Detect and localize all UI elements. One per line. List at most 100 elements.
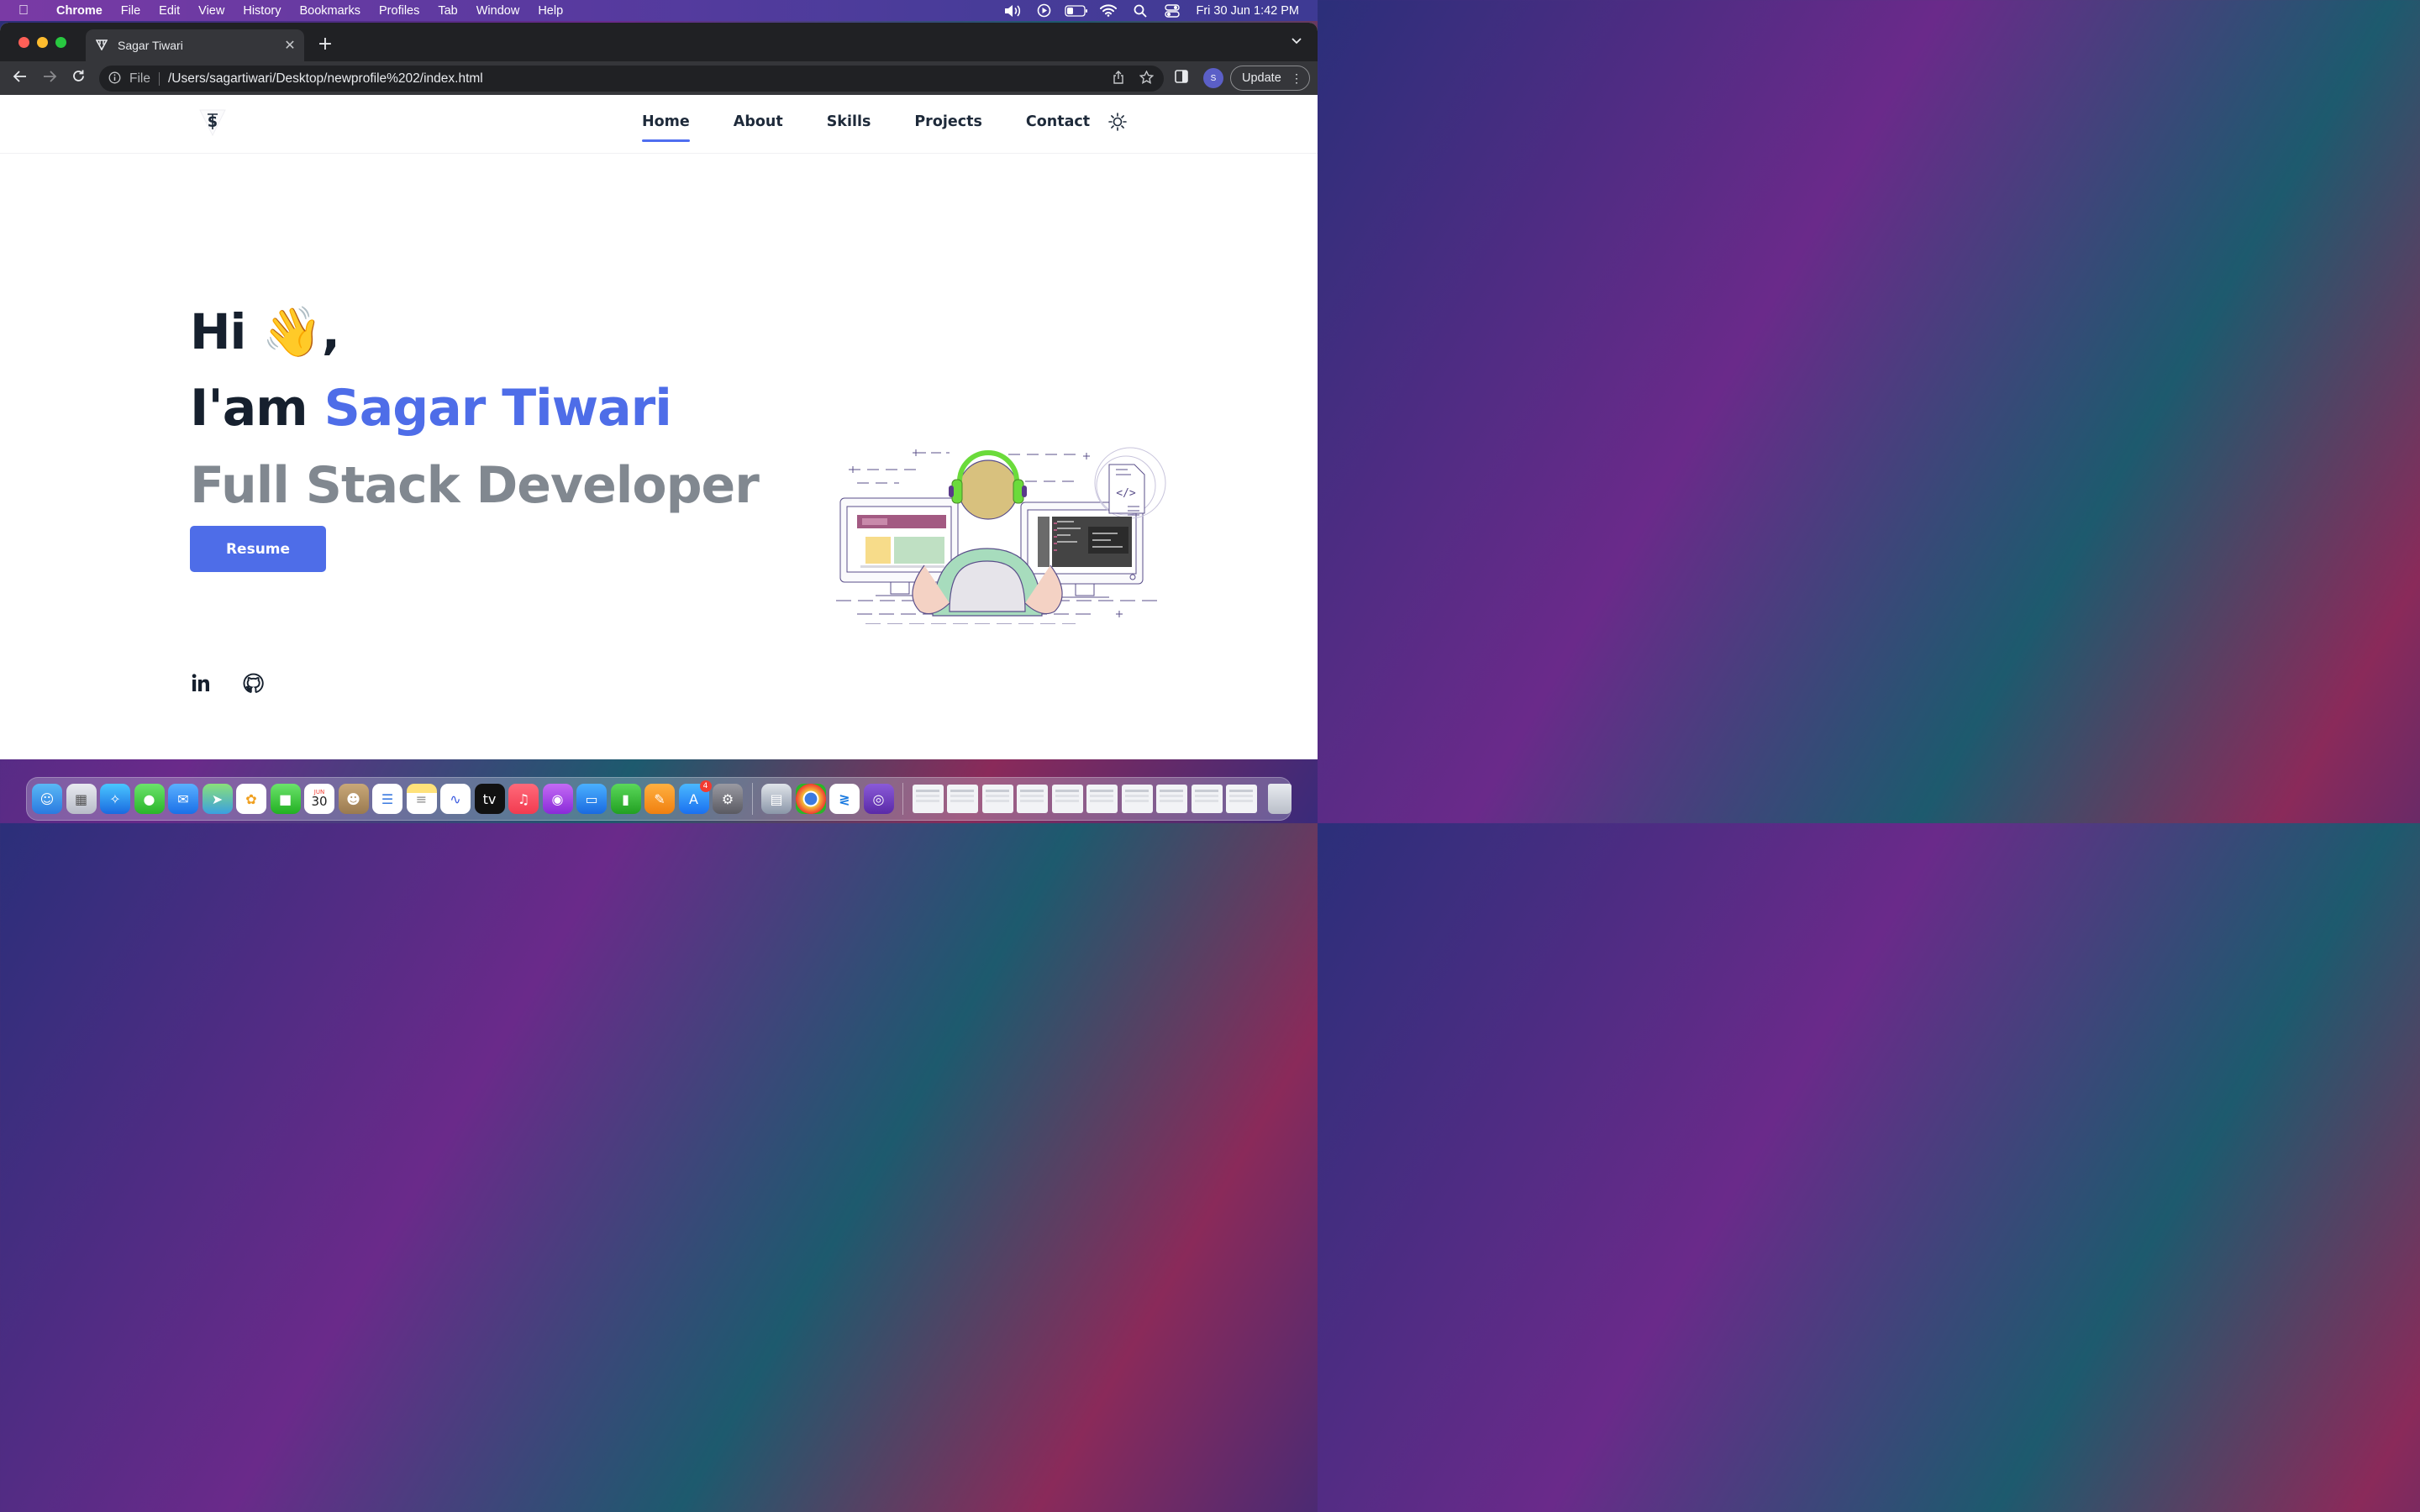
freeform-icon[interactable]: ∿ [440,784,471,814]
menu-bar:  Chrome File Edit View History Bookmark… [0,0,1318,21]
browser-window: Sagar Tiwari ✕ + File /Users/sagartiwari… [0,23,1318,759]
maximize-window-button[interactable] [55,37,66,48]
hero-intro: I'am Sagar Tiwari [190,379,672,438]
site-header: S Home About Skills Projects Contact [0,95,1318,154]
tab-title: Sagar Tiwari [118,39,183,52]
finder-icon[interactable]: ☺ [32,784,62,814]
hero-role: Full Stack Developer [190,456,760,515]
svg-text:</>: </> [1116,487,1136,500]
share-icon[interactable] [1113,70,1124,87]
minimized-window-9[interactable] [1191,785,1223,813]
hero-greeting: Hi 👋, [190,303,340,360]
menu-profiles[interactable]: Profiles [370,4,429,18]
apple-tv-icon[interactable]: tv [474,784,505,814]
minimized-window-8[interactable] [1156,785,1187,813]
social-links [190,672,264,694]
menu-app-name[interactable]: Chrome [47,4,112,18]
reload-icon[interactable] [64,69,93,87]
site-info-icon[interactable] [99,71,129,87]
minimized-window-7[interactable] [1121,785,1153,813]
calendar-icon[interactable]: JUN 30 [304,784,334,814]
site-logo-icon[interactable]: S [198,105,227,139]
forward-arrow-icon[interactable] [34,70,64,87]
hero-intro-prefix: I'am [190,379,324,438]
trash-icon[interactable] [1267,784,1292,814]
menu-view[interactable]: View [189,4,234,18]
minimized-window-3[interactable] [981,785,1013,813]
keynote-icon[interactable]: ▭ [576,784,607,814]
apple-menu-icon[interactable]:  [0,3,47,18]
app-store-badge: 4 [699,780,712,792]
back-arrow-icon[interactable] [5,70,34,87]
volume-icon[interactable] [997,4,1028,18]
update-button[interactable]: Update ⋮ [1230,66,1310,91]
url-text[interactable]: /Users/sagartiwari/Desktop/newprofile%20… [160,71,483,87]
launchpad-icon[interactable]: ▦ [66,784,97,814]
bookmark-star-icon[interactable] [1139,69,1155,87]
theme-toggle-sun-icon[interactable] [1107,112,1128,132]
tab-search-chevron-down-icon[interactable] [1291,35,1302,49]
facetime-icon[interactable]: ■ [270,784,301,814]
url-scheme-label: File [129,71,160,86]
nav-skills-link[interactable]: Skills [827,113,871,142]
minimized-window-2[interactable] [947,785,978,813]
photos-icon[interactable]: ✿ [236,784,266,814]
minimize-window-button[interactable] [37,37,48,48]
maps-icon[interactable]: ➤ [202,784,233,814]
vscode-icon[interactable]: ≷ [829,784,860,814]
pages-icon[interactable]: ✎ [644,784,675,814]
tab-close-icon[interactable]: ✕ [276,37,304,54]
minimized-window-1[interactable] [912,785,944,813]
contacts-icon[interactable]: ☻ [338,784,369,814]
more-options-icon[interactable]: ⋮ [1291,71,1309,86]
system-settings-icon[interactable]: ⚙ [713,784,743,814]
minimized-window-4[interactable] [1017,785,1048,813]
nav-projects-link[interactable]: Projects [914,113,982,142]
preview-icon[interactable]: ▤ [761,784,792,814]
notes-icon[interactable]: ≡ [406,784,437,814]
control-center-icon[interactable] [1156,3,1188,18]
menu-help[interactable]: Help [529,4,572,18]
safari-icon[interactable]: ✧ [100,784,130,814]
menubar-clock[interactable]: Fri 30 Jun 1:42 PM [1197,4,1300,18]
battery-icon[interactable] [1060,4,1092,17]
browser-tab-active[interactable]: Sagar Tiwari ✕ [86,29,304,61]
chrome-icon[interactable] [795,784,826,814]
wifi-icon[interactable] [1092,4,1124,17]
profile-avatar[interactable]: S [1203,68,1223,88]
github-desktop-icon[interactable]: ◎ [863,784,894,814]
minimized-window-6[interactable] [1086,785,1118,813]
menu-file[interactable]: File [112,4,150,18]
nav-home-link[interactable]: Home [642,113,690,142]
numbers-icon[interactable]: ▮ [610,784,641,814]
app-store-icon[interactable]: A4 [678,780,712,814]
side-panel-icon[interactable] [1175,70,1188,87]
menu-bookmarks[interactable]: Bookmarks [290,4,370,18]
menu-tab[interactable]: Tab [429,4,466,18]
tab-strip: Sagar Tiwari ✕ + [0,23,1318,61]
menu-history[interactable]: History [234,4,290,18]
nav-about-link[interactable]: About [734,113,783,142]
messages-icon[interactable]: ● [134,784,165,814]
podcasts-icon[interactable]: ◉ [542,784,573,814]
spotlight-search-icon[interactable] [1124,4,1156,18]
linkedin-icon[interactable] [190,672,212,694]
address-bar[interactable]: File /Users/sagartiwari/Desktop/newprofi… [99,66,1164,92]
hero-name: Sagar Tiwari [324,379,672,438]
nav-contact-link[interactable]: Contact [1026,113,1090,142]
resume-button[interactable]: Resume [190,526,326,572]
now-playing-icon[interactable] [1028,3,1060,18]
minimized-window-5[interactable] [1051,785,1083,813]
mail-icon[interactable]: ✉ [168,784,198,814]
github-icon[interactable] [242,672,264,694]
menu-window[interactable]: Window [467,4,529,18]
close-window-button[interactable] [18,37,29,48]
menu-edit[interactable]: Edit [150,4,189,18]
browser-toolbar: File /Users/sagartiwari/Desktop/newprofi… [0,61,1318,95]
window-controls [18,37,66,48]
dock: ☺ ▦ ✧ ● ✉ ➤ ✿ ■ JUN 30 ☻ ☰ ≡ ∿ tv ♫ ◉ ▭ … [26,777,1292,821]
music-icon[interactable]: ♫ [508,784,539,814]
new-tab-button[interactable]: + [314,34,336,55]
reminders-icon[interactable]: ☰ [372,784,402,814]
minimized-window-10[interactable] [1226,785,1257,813]
